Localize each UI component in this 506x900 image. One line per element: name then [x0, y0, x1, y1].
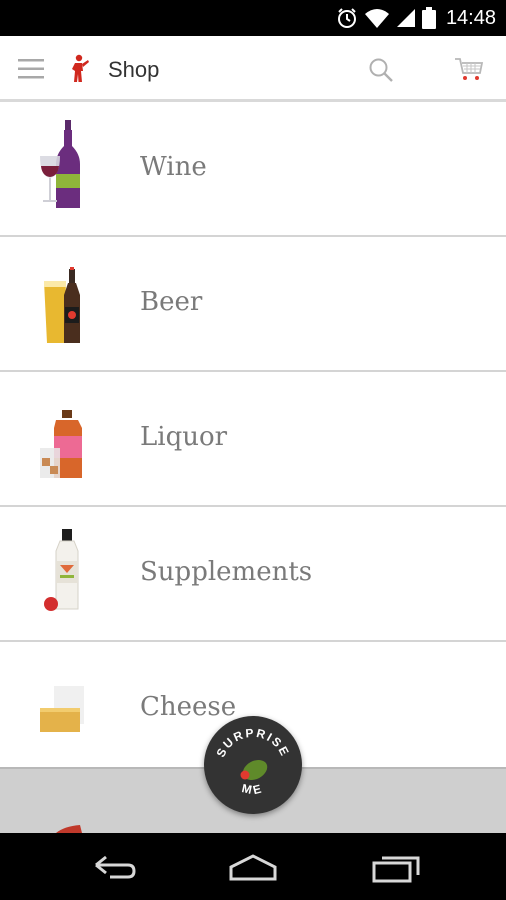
- status-bar: 14:48: [0, 0, 506, 36]
- signal-icon: [396, 8, 416, 28]
- surprise-label: SURPRISE: [213, 726, 292, 760]
- partial-item-icon: [46, 821, 86, 833]
- supplements-bottle-icon: [36, 521, 92, 621]
- home-icon[interactable]: [227, 853, 279, 883]
- category-row-wine[interactable]: Wine: [0, 102, 506, 237]
- category-row-liquor[interactable]: Liquor: [0, 372, 506, 507]
- surprise-me-button[interactable]: SURPRISE ME: [204, 716, 302, 814]
- category-row-supplements[interactable]: Supplements: [0, 507, 506, 642]
- recents-icon[interactable]: [370, 853, 422, 883]
- system-nav-bar: [0, 833, 506, 900]
- app-logo-icon[interactable]: [66, 54, 92, 84]
- back-icon[interactable]: [88, 853, 140, 883]
- me-label: ME: [241, 781, 266, 798]
- app-bar: Shop: [0, 36, 506, 102]
- search-icon[interactable]: [368, 57, 394, 83]
- olive-icon: [240, 759, 268, 781]
- status-time: 14:48: [445, 6, 496, 29]
- liquor-bottle-icon: [36, 386, 92, 486]
- page-title: Shop: [108, 57, 160, 82]
- category-label: Wine: [140, 152, 207, 182]
- cart-icon[interactable]: [454, 56, 484, 82]
- status-icons: 14:48: [336, 0, 496, 36]
- alarm-icon: [336, 7, 358, 29]
- category-label: Liquor: [140, 422, 228, 452]
- category-label: Beer: [140, 287, 203, 317]
- category-label: Supplements: [140, 557, 313, 587]
- menu-icon[interactable]: [18, 56, 44, 82]
- category-list: Wine Beer Liquor Supplements Cheese: [0, 102, 506, 767]
- category-row-beer[interactable]: Beer: [0, 237, 506, 372]
- wifi-icon: [364, 7, 390, 29]
- battery-icon: [421, 7, 436, 29]
- beer-icon: [36, 251, 92, 351]
- wine-bottle-icon: [36, 116, 92, 216]
- cheese-icon: [36, 656, 92, 756]
